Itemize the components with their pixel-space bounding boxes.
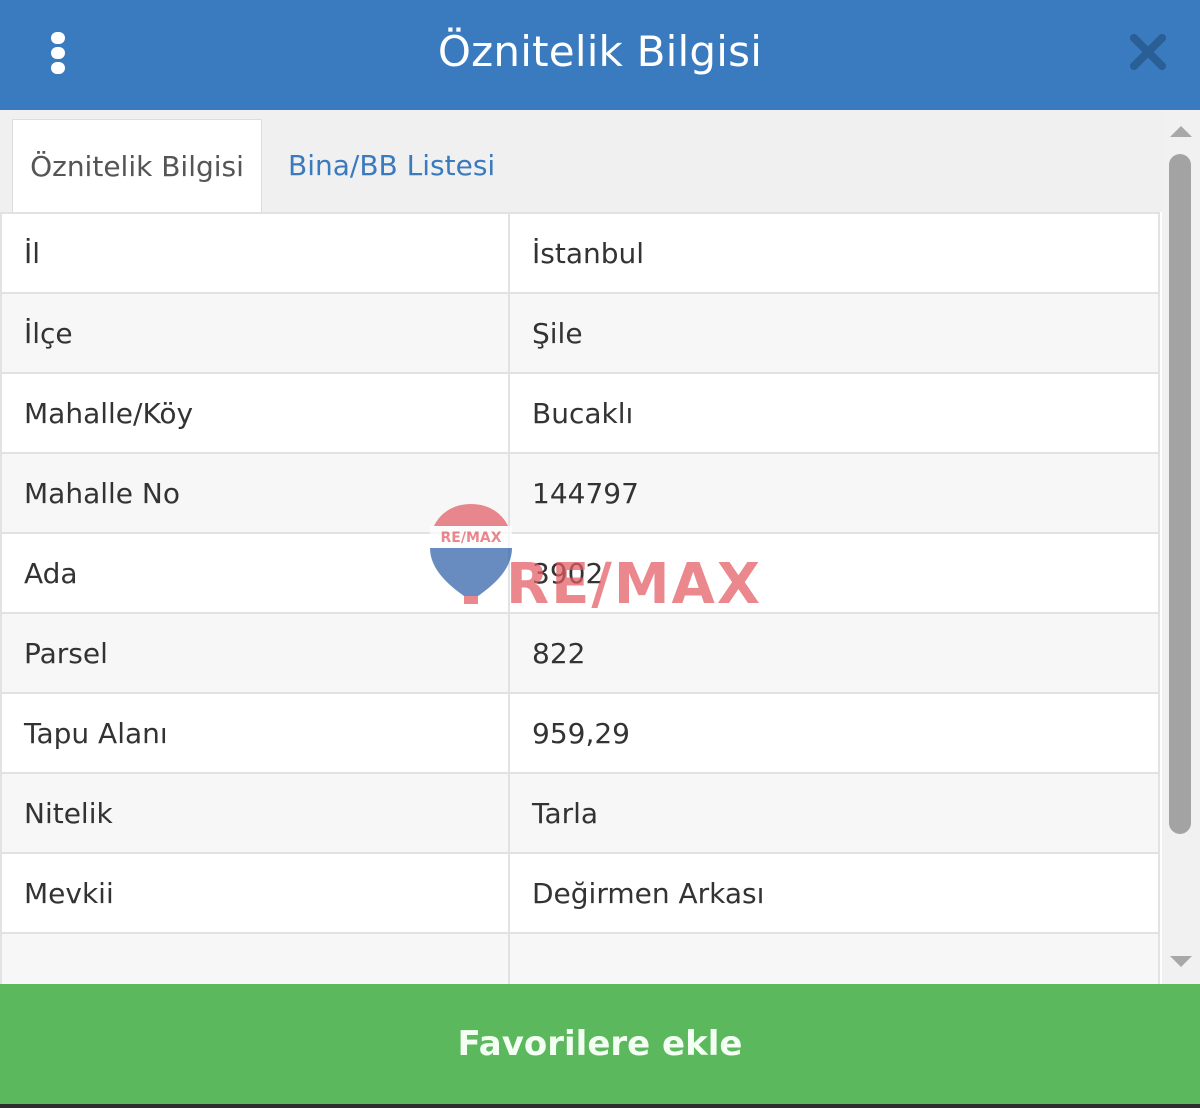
- attribute-value: 959,29: [508, 692, 1160, 774]
- attribute-key-hidden: [0, 932, 510, 984]
- scroll-up-arrow-icon[interactable]: [1170, 126, 1192, 137]
- attribute-key: Tapu Alanı: [0, 692, 510, 774]
- attribute-info-panel: Öznitelik Bilgisi Öznitelik Bilgisi Bina…: [0, 0, 1200, 1108]
- attribute-value: 3902: [508, 532, 1160, 614]
- add-to-favorites-button[interactable]: Favorilere ekle: [0, 984, 1200, 1104]
- attribute-key: İl: [0, 212, 510, 294]
- attribute-value: 144797: [508, 452, 1160, 534]
- close-icon[interactable]: [1126, 28, 1170, 74]
- attribute-table-container: İl İstanbul İlçe Şile Mahalle/Köy Bucakl…: [0, 212, 1162, 984]
- table-row: İl İstanbul: [0, 212, 1160, 294]
- attribute-key: Ada: [0, 532, 510, 614]
- table-row: Mahalle No 144797: [0, 452, 1160, 534]
- attribute-table: İl İstanbul İlçe Şile Mahalle/Köy Bucakl…: [0, 212, 1160, 984]
- attribute-key: İlçe: [0, 292, 510, 374]
- vertical-scrollbar[interactable]: [1162, 110, 1200, 984]
- attribute-value: Tarla: [508, 772, 1160, 854]
- attribute-key: Parsel: [0, 612, 510, 694]
- attribute-key: Nitelik: [0, 772, 510, 854]
- tab-bar: Öznitelik Bilgisi Bina/BB Listesi: [0, 110, 1162, 212]
- attribute-value: Bucaklı: [508, 372, 1160, 454]
- table-row: Tapu Alanı 959,29: [0, 692, 1160, 774]
- tab-attribute-info[interactable]: Öznitelik Bilgisi: [12, 119, 262, 212]
- attribute-value: Şile: [508, 292, 1160, 374]
- table-row: Ada 3902: [0, 532, 1160, 614]
- attribute-value: İstanbul: [508, 212, 1160, 294]
- attribute-value: 822: [508, 612, 1160, 694]
- table-row: Parsel 822: [0, 612, 1160, 694]
- attribute-key: Mahalle No: [0, 452, 510, 534]
- bottom-edge: [0, 1104, 1200, 1108]
- attribute-value-hidden: [508, 932, 1160, 984]
- tab-building-list[interactable]: Bina/BB Listesi: [288, 119, 518, 212]
- attribute-key: Mahalle/Köy: [0, 372, 510, 454]
- panel-header: Öznitelik Bilgisi: [0, 0, 1200, 110]
- scroll-down-arrow-icon[interactable]: [1170, 956, 1192, 967]
- table-row-partial: [0, 932, 1160, 984]
- panel-title: Öznitelik Bilgisi: [437, 27, 763, 76]
- attribute-value: Değirmen Arkası: [508, 852, 1160, 934]
- attribute-key: Mevkii: [0, 852, 510, 934]
- table-row: İlçe Şile: [0, 292, 1160, 374]
- table-row: Mahalle/Köy Bucaklı: [0, 372, 1160, 454]
- table-row: Mevkii Değirmen Arkası: [0, 852, 1160, 934]
- scrollbar-thumb[interactable]: [1169, 154, 1191, 834]
- table-row: Nitelik Tarla: [0, 772, 1160, 854]
